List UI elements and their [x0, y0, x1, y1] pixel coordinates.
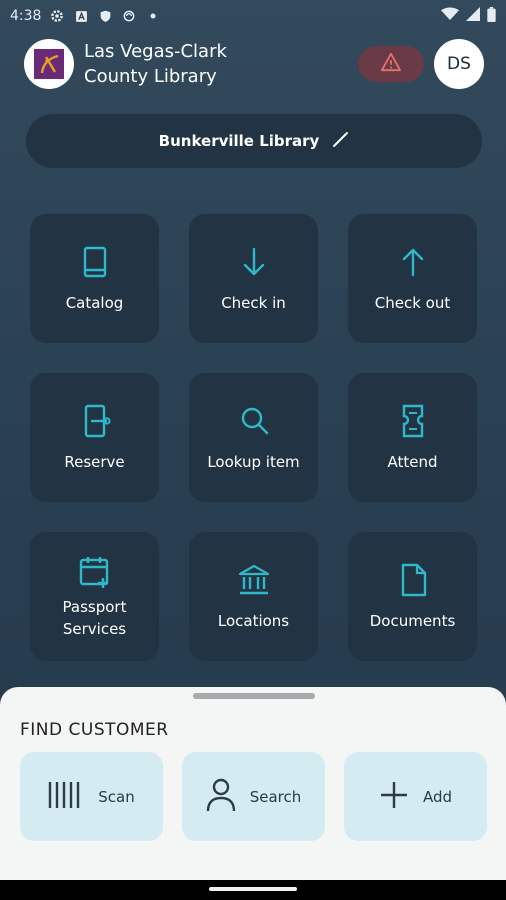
app-title: Las Vegas-Clark County Library: [84, 39, 324, 89]
gear-icon: [49, 8, 65, 24]
person-icon: [206, 777, 236, 817]
location-selector[interactable]: Bunkerville Library: [26, 114, 482, 168]
tile-label-line-2: Services: [62, 619, 127, 638]
status-time: 4:38: [10, 8, 42, 24]
tile-label: Check out: [374, 293, 451, 312]
signal-icon: [465, 7, 481, 25]
add-label: Add: [422, 787, 453, 806]
action-grid: Catalog Check in Check out Reserve Looku…: [30, 214, 478, 661]
pencil-icon: [331, 130, 349, 152]
tile-label: Catalog: [65, 293, 124, 312]
title-line-2: County Library: [84, 66, 217, 87]
tile-label-line-1: Passport: [62, 597, 127, 616]
tile-label: Check in: [221, 293, 286, 312]
tile-check-out[interactable]: Check out: [348, 214, 477, 343]
tile-catalog[interactable]: Catalog: [30, 214, 159, 343]
arrow-down-icon: [236, 244, 272, 280]
tile-label: Documents: [369, 611, 456, 630]
search-button[interactable]: Search: [182, 752, 325, 841]
shield-icon: [97, 8, 113, 24]
tile-locations[interactable]: Locations: [189, 532, 318, 661]
barcode-icon: [48, 780, 84, 814]
tile-label: Reserve: [64, 452, 125, 471]
sync-icon: [121, 8, 137, 24]
library-logo: [24, 39, 74, 89]
customer-actions: Scan Search Add: [20, 752, 487, 841]
warning-icon: [380, 52, 402, 76]
tile-documents[interactable]: Documents: [348, 532, 477, 661]
tile-label: Locations: [217, 611, 290, 630]
sheet-title: FIND CUSTOMER: [20, 720, 169, 740]
scan-label: Scan: [98, 787, 135, 806]
tile-lookup-item[interactable]: Lookup item: [189, 373, 318, 502]
plus-icon: [379, 780, 409, 814]
sheet-drag-handle[interactable]: [193, 693, 315, 699]
tile-label: Lookup item: [207, 452, 300, 471]
battery-icon: [487, 6, 496, 26]
tile-check-in[interactable]: Check in: [189, 214, 318, 343]
arrow-up-icon: [395, 244, 431, 280]
home-gesture-pill[interactable]: [209, 887, 297, 891]
tile-passport-services[interactable]: Passport Services: [30, 532, 159, 661]
a-icon: [73, 8, 89, 24]
scan-button[interactable]: Scan: [20, 752, 163, 841]
dot-icon: [145, 8, 161, 24]
calendar-plus-icon: [77, 554, 113, 590]
ticket-icon: [395, 403, 431, 439]
alert-button[interactable]: [358, 46, 424, 82]
search-icon: [236, 403, 272, 439]
location-name: Bunkerville Library: [158, 132, 320, 150]
book-icon: [77, 244, 113, 280]
door-icon: [77, 403, 113, 439]
app-header: Las Vegas-Clark County Library DS: [24, 38, 484, 90]
status-bar: 4:38: [0, 0, 506, 32]
tile-reserve[interactable]: Reserve: [30, 373, 159, 502]
tile-attend[interactable]: Attend: [348, 373, 477, 502]
add-customer-button[interactable]: Add: [344, 752, 487, 841]
wifi-icon: [441, 7, 459, 25]
document-icon: [395, 562, 431, 598]
avatar[interactable]: DS: [434, 39, 484, 89]
search-label: Search: [249, 787, 302, 806]
find-customer-sheet: FIND CUSTOMER Scan Search Add: [0, 687, 506, 880]
tile-label: Attend: [387, 452, 438, 471]
bank-icon: [236, 562, 272, 598]
title-line-1: Las Vegas-Clark: [84, 41, 227, 62]
